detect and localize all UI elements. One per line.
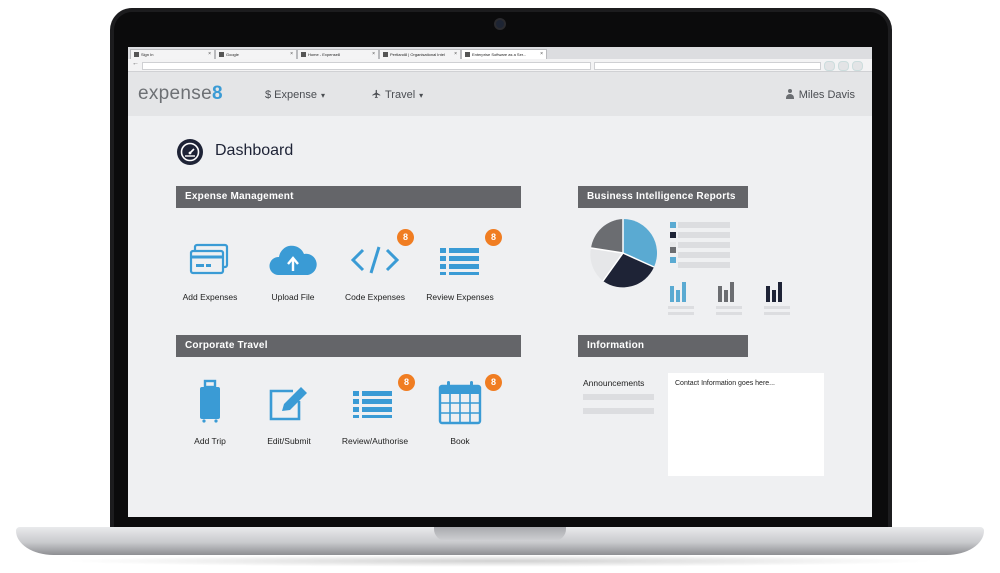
tab-close-icon[interactable]: × (454, 50, 457, 59)
contact-info-text: Contact Information goes here... (675, 380, 775, 387)
luggage-icon (200, 379, 220, 423)
laptop-shadow (60, 555, 940, 567)
tile-edit-submit[interactable]: Edit/Submit (249, 377, 329, 452)
page-title: Dashboard (215, 142, 294, 159)
browser-tab-2[interactable]: Google × (215, 49, 297, 59)
tile-review-authorise[interactable]: 8 Review/Authorise (335, 374, 415, 452)
announcement-placeholder (583, 394, 654, 400)
notification-badge: 8 (397, 229, 414, 246)
browser-search-input[interactable] (594, 62, 821, 70)
section-header-information: Information (578, 335, 748, 357)
tab-close-icon[interactable]: × (290, 50, 293, 59)
toolbar-button[interactable] (824, 61, 835, 71)
favicon-icon (134, 52, 139, 57)
tab-close-icon[interactable]: × (372, 50, 375, 59)
tile-label: Review/Authorise (341, 436, 409, 446)
favicon-icon (465, 52, 470, 57)
announcement-placeholder (583, 408, 654, 414)
section-header-corporate-travel: Corporate Travel (176, 335, 521, 357)
expense8-logo[interactable]: expense8 (138, 83, 223, 105)
tile-label: Book (450, 436, 470, 446)
tile-label: Edit/Submit (267, 436, 311, 446)
tile-code-expenses[interactable]: 8 Code Expenses (335, 229, 415, 307)
announcements-label: Announcements (583, 378, 645, 388)
browser-tab-5-active[interactable]: Enterprise Software as a Ser... × (461, 49, 547, 59)
credit-card-icon (189, 243, 229, 275)
list-icon (353, 391, 392, 418)
screen: Sign In × Google × Home - Expense8 × Pertla… (128, 47, 872, 517)
app-header: expense8 $ Expense ▾ Travel ▾ Miles Davis (128, 72, 872, 116)
user-menu[interactable]: Miles Davis (785, 89, 855, 101)
notification-badge: 8 (485, 229, 502, 246)
dashboard-gauge-icon (177, 139, 203, 165)
camera (496, 20, 504, 28)
tile-label: Review Expenses (426, 292, 494, 302)
section-header-expense-management: Expense Management (176, 186, 521, 208)
toolbar-button[interactable] (852, 61, 863, 71)
cloud-upload-icon (269, 245, 317, 275)
browser-tab-1[interactable]: Sign In × (130, 49, 215, 59)
bar-chart-icon[interactable] (764, 280, 790, 304)
bi-pie-chart-icon[interactable] (583, 213, 663, 293)
tile-label: Upload File (271, 292, 315, 302)
browser-toolbar: ← (128, 59, 872, 72)
browser-tab-3[interactable]: Home - Expense8 × (297, 49, 379, 59)
nav-travel-menu[interactable]: Travel ▾ (371, 89, 423, 101)
tab-close-icon[interactable]: × (540, 50, 543, 59)
laptop-notch (434, 527, 566, 541)
code-icon (350, 246, 400, 274)
browser-tab-4[interactable]: Pertland8 | Organisational Intel × (379, 49, 461, 59)
list-icon (440, 248, 479, 275)
calendar-icon (438, 381, 482, 425)
tile-label: Add Trip (194, 436, 226, 446)
notification-badge: 8 (398, 374, 415, 391)
tile-book[interactable]: 8 Book (420, 374, 502, 452)
tile-label: Code Expenses (344, 292, 405, 302)
section-header-bi-reports: Business Intelligence Reports (578, 186, 748, 208)
contact-info-panel: Contact Information goes here... (668, 373, 824, 476)
notification-badge: 8 (485, 374, 502, 391)
tile-review-expenses[interactable]: 8 Review Expenses (420, 229, 502, 307)
tab-close-icon[interactable]: × (208, 50, 211, 59)
toolbar-button[interactable] (838, 61, 849, 71)
favicon-icon (219, 52, 224, 57)
edit-icon (269, 387, 307, 421)
favicon-icon (383, 52, 388, 57)
airplane-icon (372, 89, 381, 99)
tile-add-expenses[interactable]: Add Expenses (170, 237, 250, 307)
url-input[interactable] (142, 62, 591, 70)
tile-upload-file[interactable]: Upload File (253, 237, 333, 307)
user-icon (785, 89, 795, 99)
chevron-down-icon: ▾ (320, 91, 325, 100)
chevron-down-icon: ▾ (419, 91, 424, 100)
favicon-icon (301, 52, 306, 57)
tile-label: Add Expenses (182, 292, 238, 302)
tile-add-trip[interactable]: Add Trip (170, 377, 250, 452)
bar-chart-icon[interactable] (716, 280, 742, 304)
browser-tab-bar: Sign In × Google × Home - Expense8 × Pertla… (128, 47, 872, 59)
nav-expense-menu[interactable]: $ Expense ▾ (265, 89, 325, 101)
back-arrow-icon[interactable]: ← (132, 60, 139, 67)
bar-chart-icon[interactable] (668, 280, 694, 304)
